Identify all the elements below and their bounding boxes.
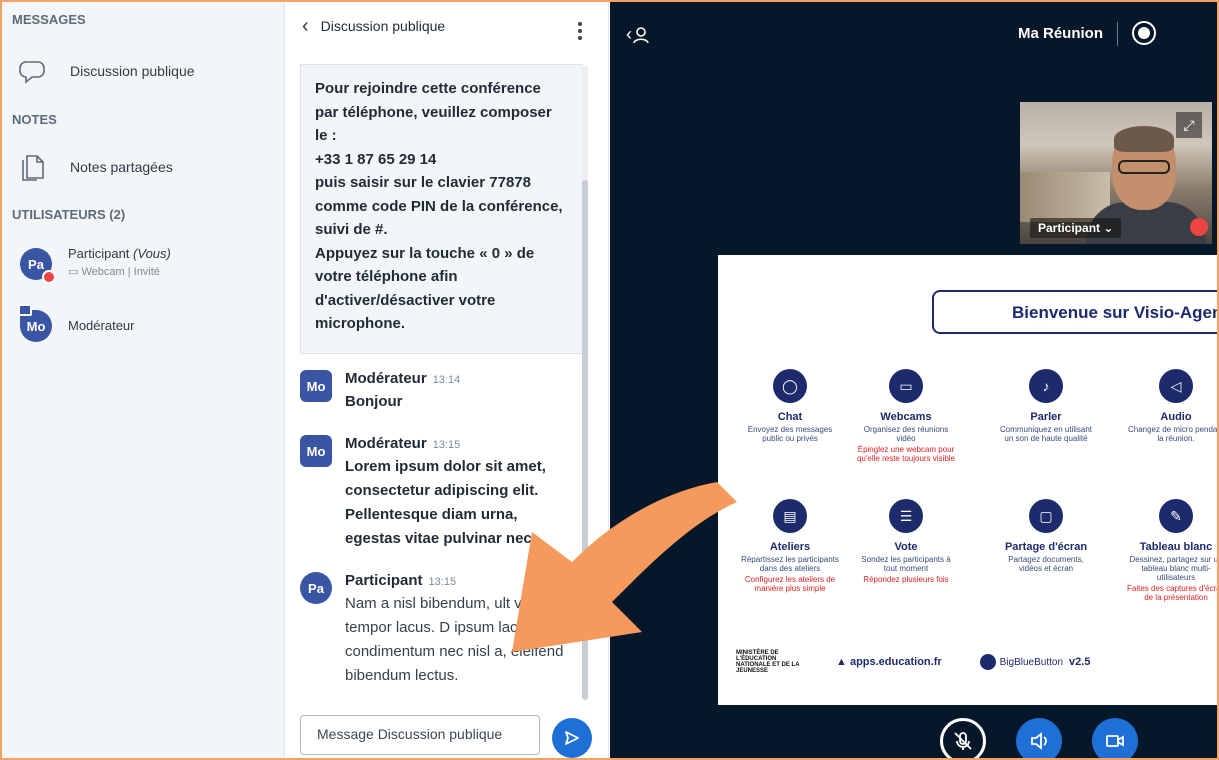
speaker-icon: ◁: [1159, 369, 1193, 403]
chevron-left-icon[interactable]: ‹: [302, 16, 309, 36]
microphone-icon: ♪: [1029, 369, 1063, 403]
camera-icon: ▭: [889, 369, 923, 403]
user-item-participant[interactable]: Pa Participant (Vous) ▭ Webcam | Invité: [20, 246, 171, 284]
fullscreen-icon[interactable]: ⤢: [1176, 112, 1202, 138]
divider: [1117, 22, 1118, 46]
webcam-button[interactable]: [1092, 718, 1138, 758]
chat-message: Pa Participant 13:15 Nam a nisl bibendum,…: [300, 572, 590, 688]
user-item-moderator[interactable]: Mo Modérateur: [18, 304, 135, 342]
app-window: MESSAGES Discussion publique NOTES Notes…: [0, 0, 1219, 760]
chat-message: Mo Modérateur 13:14 Bonjour: [300, 370, 590, 414]
send-button[interactable]: [552, 718, 592, 758]
user-name: Modérateur: [68, 318, 135, 333]
feature-parler: ♪ Parler Communiquez en utilisant un son…: [996, 369, 1096, 443]
chat-message: Mo Modérateur 13:15 Lorem ipsum dolor sit…: [300, 435, 590, 551]
feature-partage: ▢ Partage d'écran Partagez documents, vi…: [996, 499, 1096, 573]
user-list-panel: MESSAGES Discussion publique NOTES Notes…: [2, 2, 285, 758]
message-time: 13:15: [432, 439, 461, 451]
feature-audio: ◁ Audio Changez de micro pendant la réun…: [1126, 369, 1217, 443]
user-name: Participant: [68, 246, 130, 261]
muted-icon: [1190, 218, 1208, 236]
avatar: Pa: [300, 572, 332, 604]
presentation-slide: Bienvenue sur Visio-Agent ◯ Chat Envoyez…: [718, 255, 1217, 705]
message-author: Participant: [345, 572, 423, 589]
feature-ateliers: ▤ Ateliers Répartissez les participants …: [740, 499, 840, 593]
record-button[interactable]: [1132, 21, 1156, 45]
screen-share-icon: ▢: [1029, 499, 1063, 533]
ministere-logo: MINISTÈRE DE L'ÉDUCATION NATIONALE ET DE…: [736, 650, 800, 674]
mute-microphone-button[interactable]: [940, 718, 986, 758]
avatar: Mo: [300, 435, 332, 467]
messages-section-title: MESSAGES: [12, 12, 86, 27]
chat-icon: [19, 61, 45, 84]
chat-panel: ‹ Discussion publique Pour rejoindre cet…: [286, 2, 609, 758]
avatar: Pa: [20, 248, 56, 284]
message-author: Modérateur: [345, 435, 427, 452]
notes-section-title: NOTES: [12, 112, 57, 127]
camera-icon: [1106, 735, 1124, 747]
apps-education-logo: ▲ apps.education.fr: [836, 656, 942, 668]
meeting-area: ‹ Ma Réunion ⤢ Participant ⌄ Bienvenue s…: [610, 2, 1217, 758]
meeting-title: Ma Réunion: [1018, 25, 1103, 42]
chat-title: Discussion publique: [320, 18, 446, 34]
webcam-video[interactable]: ⤢ Participant ⌄: [1020, 102, 1212, 244]
message-time: 13:15: [428, 576, 457, 588]
chat-icon: ◯: [773, 369, 807, 403]
webcam-icon: ▭: [68, 266, 79, 278]
record-icon: [1138, 27, 1150, 39]
chat-options-icon[interactable]: [578, 22, 582, 40]
slide-title: Bienvenue sur Visio-Agent: [932, 290, 1217, 334]
message-time: 13:14: [432, 374, 461, 386]
whiteboard-icon: ✎: [1159, 499, 1193, 533]
notes-icon: [22, 155, 44, 181]
users-section-title: UTILISATEURS (2): [12, 207, 126, 222]
breakout-icon: ▤: [773, 499, 807, 533]
avatar: Mo: [18, 304, 52, 342]
message-text: Nam a nisl bibendum, ult velit ac, tempo…: [345, 595, 566, 684]
feature-vote: ☰ Vote Sondez les participants à tout mo…: [856, 499, 956, 584]
shared-notes-label: Notes partagées: [70, 159, 173, 175]
welcome-message: Pour rejoindre cette conférence par télé…: [300, 64, 583, 354]
muted-icon: [42, 270, 56, 284]
public-chat-label: Discussion publique: [70, 63, 195, 79]
bigbluebutton-logo: BigBlueButton v2.5: [979, 654, 1090, 670]
you-tag: (Vous): [133, 246, 171, 261]
send-icon: [565, 731, 579, 745]
toggle-userlist-button[interactable]: ‹: [626, 24, 650, 45]
message-text: Bonjour: [345, 393, 403, 410]
message-text: Lorem ipsum dolor sit amet, consectetur …: [345, 458, 546, 547]
feature-chat: ◯ Chat Envoyez des messages public ou pr…: [740, 369, 840, 443]
public-chat-item[interactable]: Discussion publique: [18, 56, 195, 86]
shared-notes-item[interactable]: Notes partagées: [18, 152, 173, 182]
message-author: Modérateur: [345, 370, 427, 387]
presenter-icon: [18, 304, 32, 316]
feature-tableau: ✎ Tableau blanc Dessinez, partagez sur u…: [1126, 499, 1217, 602]
user-icon: [633, 26, 649, 43]
microphone-muted-icon: [954, 732, 972, 750]
webcam-user-dropdown[interactable]: Participant ⌄: [1030, 218, 1122, 238]
slide-logos: MINISTÈRE DE L'ÉDUCATION NATIONALE ET DE…: [736, 650, 1090, 674]
avatar: Mo: [300, 370, 332, 402]
chat-message-input[interactable]: Message Discussion publique: [300, 715, 540, 755]
audio-button[interactable]: [1016, 718, 1062, 758]
user-status: Webcam | Invité: [81, 266, 160, 278]
feature-webcams: ▭ Webcams Organisez des réunions vidéo É…: [856, 369, 956, 463]
poll-icon: ☰: [889, 499, 923, 533]
chat-header[interactable]: ‹ Discussion publique: [302, 16, 445, 36]
speaker-icon: [1031, 732, 1047, 750]
